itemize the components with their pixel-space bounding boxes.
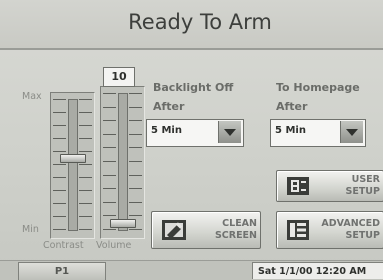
slider-tick [103,93,116,94]
clean-screen-label: CLEAN SCREEN [214,218,257,241]
volume-slider-thumb[interactable] [110,218,136,228]
slider-tick [53,190,66,191]
slider-tick [79,99,92,100]
title-bar: Ready To Arm [0,0,383,50]
slider-tick [129,161,142,162]
slider-tick [103,133,116,135]
slider-tick [53,203,66,204]
slider-tick [103,120,116,122]
slider-tick [129,147,142,149]
homepage-dropdown-button[interactable] [340,121,363,143]
slider-tick [79,203,92,204]
advanced-setup-icon [287,220,309,244]
backlight-dropdown-button[interactable] [218,121,241,143]
backlight-selected-value: 5 Min [151,125,182,136]
homepage-selected-value: 5 Min [275,125,306,136]
slider-tick [129,201,142,203]
slider-tick [53,164,66,165]
date-time-status: Sat 1/1/00 12:20 AM [252,262,383,279]
slider-tick [79,138,92,139]
slider-tick [103,201,116,203]
advanced-setup-label: ADVANCED SETUP [321,218,380,241]
contrast-slider[interactable] [50,92,95,239]
volume-slider-track[interactable] [118,93,128,231]
slider-tick [103,188,116,190]
volume-label: Volume [96,240,132,251]
slider-tick [79,151,92,152]
contrast-label: Contrast [43,240,84,251]
clean-screen-button[interactable]: CLEAN SCREEN [151,211,261,249]
slider-tick [79,125,92,126]
slider-tick [129,215,142,217]
touchscreen: Ready To Arm Max Min 10 Contrast Volume … [0,0,383,280]
slider-tick [79,216,92,217]
advanced-setup-button[interactable]: ADVANCED SETUP [276,211,383,249]
slider-tick [53,177,66,178]
homepage-dropdown[interactable]: 5 Min [270,119,366,147]
slider-tick [79,164,92,165]
slider-tick [103,215,116,217]
slider-tick [103,229,116,230]
user-setup-label: USER SETUP [345,174,381,197]
backlight-dropdown[interactable]: 5 Min [146,119,244,147]
slider-tick [103,161,116,162]
slider-tick [53,112,66,113]
slider-tick [53,216,66,217]
slider-tick [103,174,116,176]
slider-tick [103,147,116,149]
page-title: Ready To Arm [128,10,272,34]
slider-tick [53,99,66,100]
slider-tick [79,112,92,113]
slider-tick [79,190,92,191]
volume-value: 10 [103,67,135,87]
slider-tick [53,229,66,230]
dropdown-arrow-icon [346,129,358,136]
slider-tick [129,120,142,122]
page-tab-p1[interactable]: P1 [18,262,106,280]
slider-max-label: Max [22,91,42,102]
slider-tick [79,229,92,230]
contrast-slider-thumb[interactable] [60,154,86,163]
slider-tick [53,151,66,152]
backlight-label: Backlight Off After [153,81,234,113]
slider-tick [129,188,142,190]
volume-slider[interactable] [100,86,145,239]
clean-screen-icon [162,220,186,244]
user-setup-icon [287,177,309,199]
slider-tick [129,229,142,230]
slider-tick [129,106,142,108]
slider-min-label: Min [22,224,39,235]
contrast-slider-track[interactable] [68,99,78,231]
slider-tick [129,174,142,176]
slider-tick [129,133,142,135]
dropdown-arrow-icon [224,129,236,136]
user-setup-button[interactable]: USER SETUP [276,170,383,202]
slider-tick [103,106,116,108]
slider-tick [79,177,92,178]
slider-tick [53,138,66,139]
slider-tick [129,93,142,94]
homepage-label: To Homepage After [276,81,360,113]
slider-tick [53,125,66,126]
